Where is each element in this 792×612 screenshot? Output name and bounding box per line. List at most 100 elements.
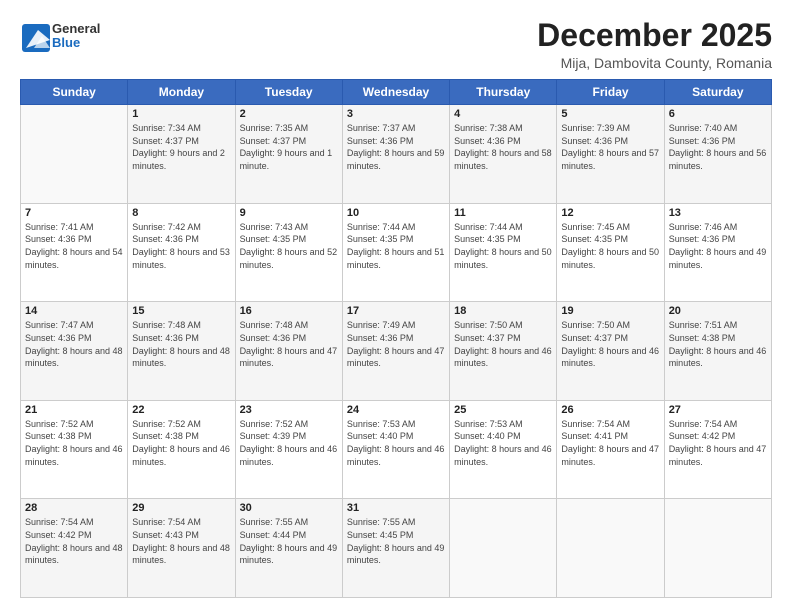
cell-0-2: 2 Sunrise: 7:35 AMSunset: 4:37 PMDayligh… (235, 105, 342, 204)
cell-0-1: 1 Sunrise: 7:34 AMSunset: 4:37 PMDayligh… (128, 105, 235, 204)
cell-0-4: 4 Sunrise: 7:38 AMSunset: 4:36 PMDayligh… (450, 105, 557, 204)
day-number: 30 (240, 502, 338, 514)
day-info: Sunrise: 7:55 AMSunset: 4:45 PMDaylight:… (347, 517, 445, 565)
day-number: 9 (240, 207, 338, 219)
day-number: 25 (454, 404, 552, 416)
header-tuesday: Tuesday (235, 80, 342, 105)
day-number: 10 (347, 207, 445, 219)
day-number: 14 (25, 305, 123, 317)
day-info: Sunrise: 7:48 AMSunset: 4:36 PMDaylight:… (240, 320, 338, 368)
week-row-3: 21 Sunrise: 7:52 AMSunset: 4:38 PMDaylig… (21, 400, 772, 499)
logo-text: General Blue (52, 22, 100, 51)
day-number: 11 (454, 207, 552, 219)
week-row-2: 14 Sunrise: 7:47 AMSunset: 4:36 PMDaylig… (21, 302, 772, 401)
day-info: Sunrise: 7:37 AMSunset: 4:36 PMDaylight:… (347, 123, 445, 171)
cell-3-6: 27 Sunrise: 7:54 AMSunset: 4:42 PMDaylig… (664, 400, 771, 499)
logo: General Blue (20, 22, 100, 51)
day-number: 17 (347, 305, 445, 317)
day-info: Sunrise: 7:39 AMSunset: 4:36 PMDaylight:… (561, 123, 659, 171)
day-info: Sunrise: 7:49 AMSunset: 4:36 PMDaylight:… (347, 320, 445, 368)
day-info: Sunrise: 7:52 AMSunset: 4:39 PMDaylight:… (240, 419, 338, 467)
day-number: 27 (669, 404, 767, 416)
logo-general: General (52, 22, 100, 36)
calendar: Sunday Monday Tuesday Wednesday Thursday… (20, 79, 772, 598)
cell-4-6 (664, 499, 771, 598)
page: General Blue December 2025 Mija, Dambovi… (0, 0, 792, 612)
logo-blue: Blue (52, 36, 100, 50)
day-info: Sunrise: 7:34 AMSunset: 4:37 PMDaylight:… (132, 123, 225, 171)
week-row-1: 7 Sunrise: 7:41 AMSunset: 4:36 PMDayligh… (21, 203, 772, 302)
day-number: 19 (561, 305, 659, 317)
cell-1-5: 12 Sunrise: 7:45 AMSunset: 4:35 PMDaylig… (557, 203, 664, 302)
header-thursday: Thursday (450, 80, 557, 105)
day-number: 23 (240, 404, 338, 416)
day-number: 3 (347, 108, 445, 120)
day-number: 7 (25, 207, 123, 219)
day-info: Sunrise: 7:53 AMSunset: 4:40 PMDaylight:… (454, 419, 552, 467)
cell-3-0: 21 Sunrise: 7:52 AMSunset: 4:38 PMDaylig… (21, 400, 128, 499)
cell-2-5: 19 Sunrise: 7:50 AMSunset: 4:37 PMDaylig… (557, 302, 664, 401)
title-block: December 2025 Mija, Dambovita County, Ro… (537, 18, 772, 71)
day-info: Sunrise: 7:51 AMSunset: 4:38 PMDaylight:… (669, 320, 767, 368)
cell-3-5: 26 Sunrise: 7:54 AMSunset: 4:41 PMDaylig… (557, 400, 664, 499)
day-info: Sunrise: 7:44 AMSunset: 4:35 PMDaylight:… (347, 222, 445, 270)
day-info: Sunrise: 7:53 AMSunset: 4:40 PMDaylight:… (347, 419, 445, 467)
cell-2-6: 20 Sunrise: 7:51 AMSunset: 4:38 PMDaylig… (664, 302, 771, 401)
day-number: 12 (561, 207, 659, 219)
day-number: 26 (561, 404, 659, 416)
day-number: 15 (132, 305, 230, 317)
header-wednesday: Wednesday (342, 80, 449, 105)
day-number: 5 (561, 108, 659, 120)
cell-1-1: 8 Sunrise: 7:42 AMSunset: 4:36 PMDayligh… (128, 203, 235, 302)
day-number: 29 (132, 502, 230, 514)
cell-0-6: 6 Sunrise: 7:40 AMSunset: 4:36 PMDayligh… (664, 105, 771, 204)
header-saturday: Saturday (664, 80, 771, 105)
cell-2-4: 18 Sunrise: 7:50 AMSunset: 4:37 PMDaylig… (450, 302, 557, 401)
header: General Blue December 2025 Mija, Dambovi… (20, 18, 772, 71)
month-title: December 2025 (537, 18, 772, 53)
cell-1-6: 13 Sunrise: 7:46 AMSunset: 4:36 PMDaylig… (664, 203, 771, 302)
subtitle: Mija, Dambovita County, Romania (537, 55, 772, 71)
day-info: Sunrise: 7:43 AMSunset: 4:35 PMDaylight:… (240, 222, 338, 270)
day-number: 22 (132, 404, 230, 416)
day-info: Sunrise: 7:52 AMSunset: 4:38 PMDaylight:… (25, 419, 123, 467)
cell-2-2: 16 Sunrise: 7:48 AMSunset: 4:36 PMDaylig… (235, 302, 342, 401)
day-number: 16 (240, 305, 338, 317)
day-number: 2 (240, 108, 338, 120)
cell-1-0: 7 Sunrise: 7:41 AMSunset: 4:36 PMDayligh… (21, 203, 128, 302)
cell-2-1: 15 Sunrise: 7:48 AMSunset: 4:36 PMDaylig… (128, 302, 235, 401)
day-info: Sunrise: 7:55 AMSunset: 4:44 PMDaylight:… (240, 517, 338, 565)
day-number: 20 (669, 305, 767, 317)
day-info: Sunrise: 7:42 AMSunset: 4:36 PMDaylight:… (132, 222, 230, 270)
day-info: Sunrise: 7:50 AMSunset: 4:37 PMDaylight:… (561, 320, 659, 368)
day-number: 4 (454, 108, 552, 120)
header-row: Sunday Monday Tuesday Wednesday Thursday… (21, 80, 772, 105)
cell-1-2: 9 Sunrise: 7:43 AMSunset: 4:35 PMDayligh… (235, 203, 342, 302)
cell-4-2: 30 Sunrise: 7:55 AMSunset: 4:44 PMDaylig… (235, 499, 342, 598)
cell-0-5: 5 Sunrise: 7:39 AMSunset: 4:36 PMDayligh… (557, 105, 664, 204)
day-number: 31 (347, 502, 445, 514)
day-info: Sunrise: 7:44 AMSunset: 4:35 PMDaylight:… (454, 222, 552, 270)
cell-4-5 (557, 499, 664, 598)
day-info: Sunrise: 7:41 AMSunset: 4:36 PMDaylight:… (25, 222, 123, 270)
week-row-4: 28 Sunrise: 7:54 AMSunset: 4:42 PMDaylig… (21, 499, 772, 598)
day-number: 13 (669, 207, 767, 219)
cell-0-3: 3 Sunrise: 7:37 AMSunset: 4:36 PMDayligh… (342, 105, 449, 204)
cell-3-1: 22 Sunrise: 7:52 AMSunset: 4:38 PMDaylig… (128, 400, 235, 499)
day-number: 24 (347, 404, 445, 416)
day-info: Sunrise: 7:46 AMSunset: 4:36 PMDaylight:… (669, 222, 767, 270)
header-friday: Friday (557, 80, 664, 105)
cell-3-2: 23 Sunrise: 7:52 AMSunset: 4:39 PMDaylig… (235, 400, 342, 499)
day-number: 8 (132, 207, 230, 219)
day-info: Sunrise: 7:54 AMSunset: 4:41 PMDaylight:… (561, 419, 659, 467)
day-info: Sunrise: 7:54 AMSunset: 4:42 PMDaylight:… (25, 517, 123, 565)
cell-2-3: 17 Sunrise: 7:49 AMSunset: 4:36 PMDaylig… (342, 302, 449, 401)
day-info: Sunrise: 7:38 AMSunset: 4:36 PMDaylight:… (454, 123, 552, 171)
cell-4-0: 28 Sunrise: 7:54 AMSunset: 4:42 PMDaylig… (21, 499, 128, 598)
day-info: Sunrise: 7:35 AMSunset: 4:37 PMDaylight:… (240, 123, 333, 171)
day-info: Sunrise: 7:52 AMSunset: 4:38 PMDaylight:… (132, 419, 230, 467)
cell-4-3: 31 Sunrise: 7:55 AMSunset: 4:45 PMDaylig… (342, 499, 449, 598)
cell-0-0 (21, 105, 128, 204)
calendar-header: Sunday Monday Tuesday Wednesday Thursday… (21, 80, 772, 105)
day-number: 28 (25, 502, 123, 514)
